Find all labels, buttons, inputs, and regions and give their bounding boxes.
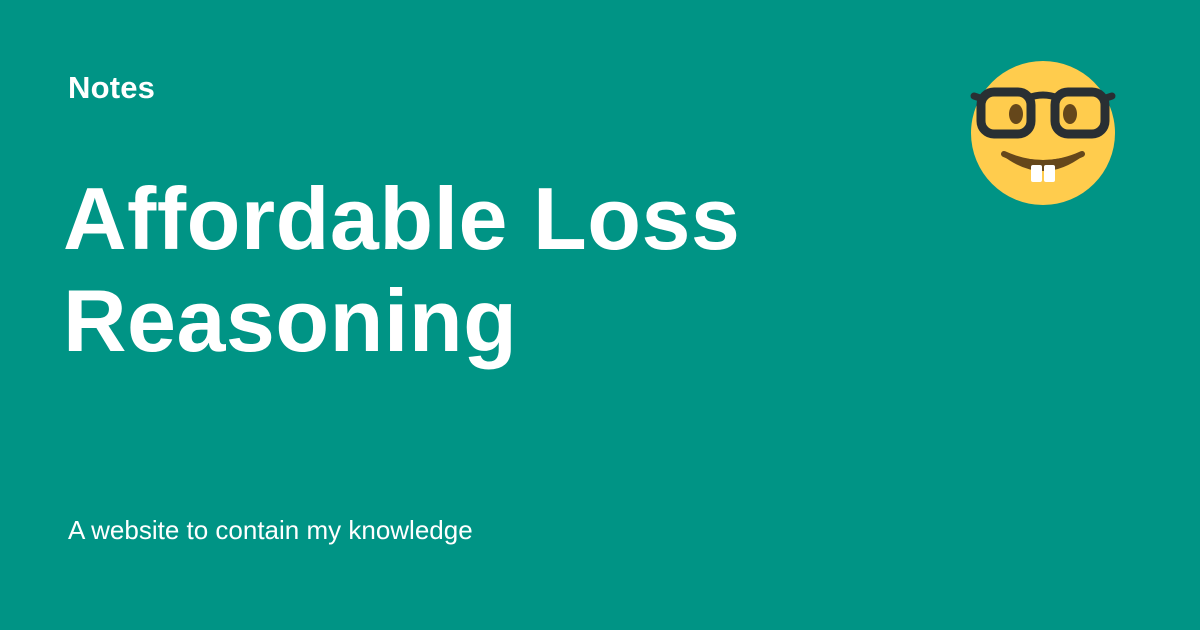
site-name: Notes [68, 70, 156, 105]
page-title-line-2: Reasoning [63, 271, 518, 370]
site-description: A website to contain my knowledge [68, 515, 473, 545]
page-title: Affordable Loss Reasoning [63, 168, 883, 372]
social-card: Notes Affordable Loss Reasoning A websit… [0, 0, 1200, 630]
nerd-face-icon [970, 61, 1116, 205]
page-title-line-1: Affordable Loss [63, 169, 741, 268]
